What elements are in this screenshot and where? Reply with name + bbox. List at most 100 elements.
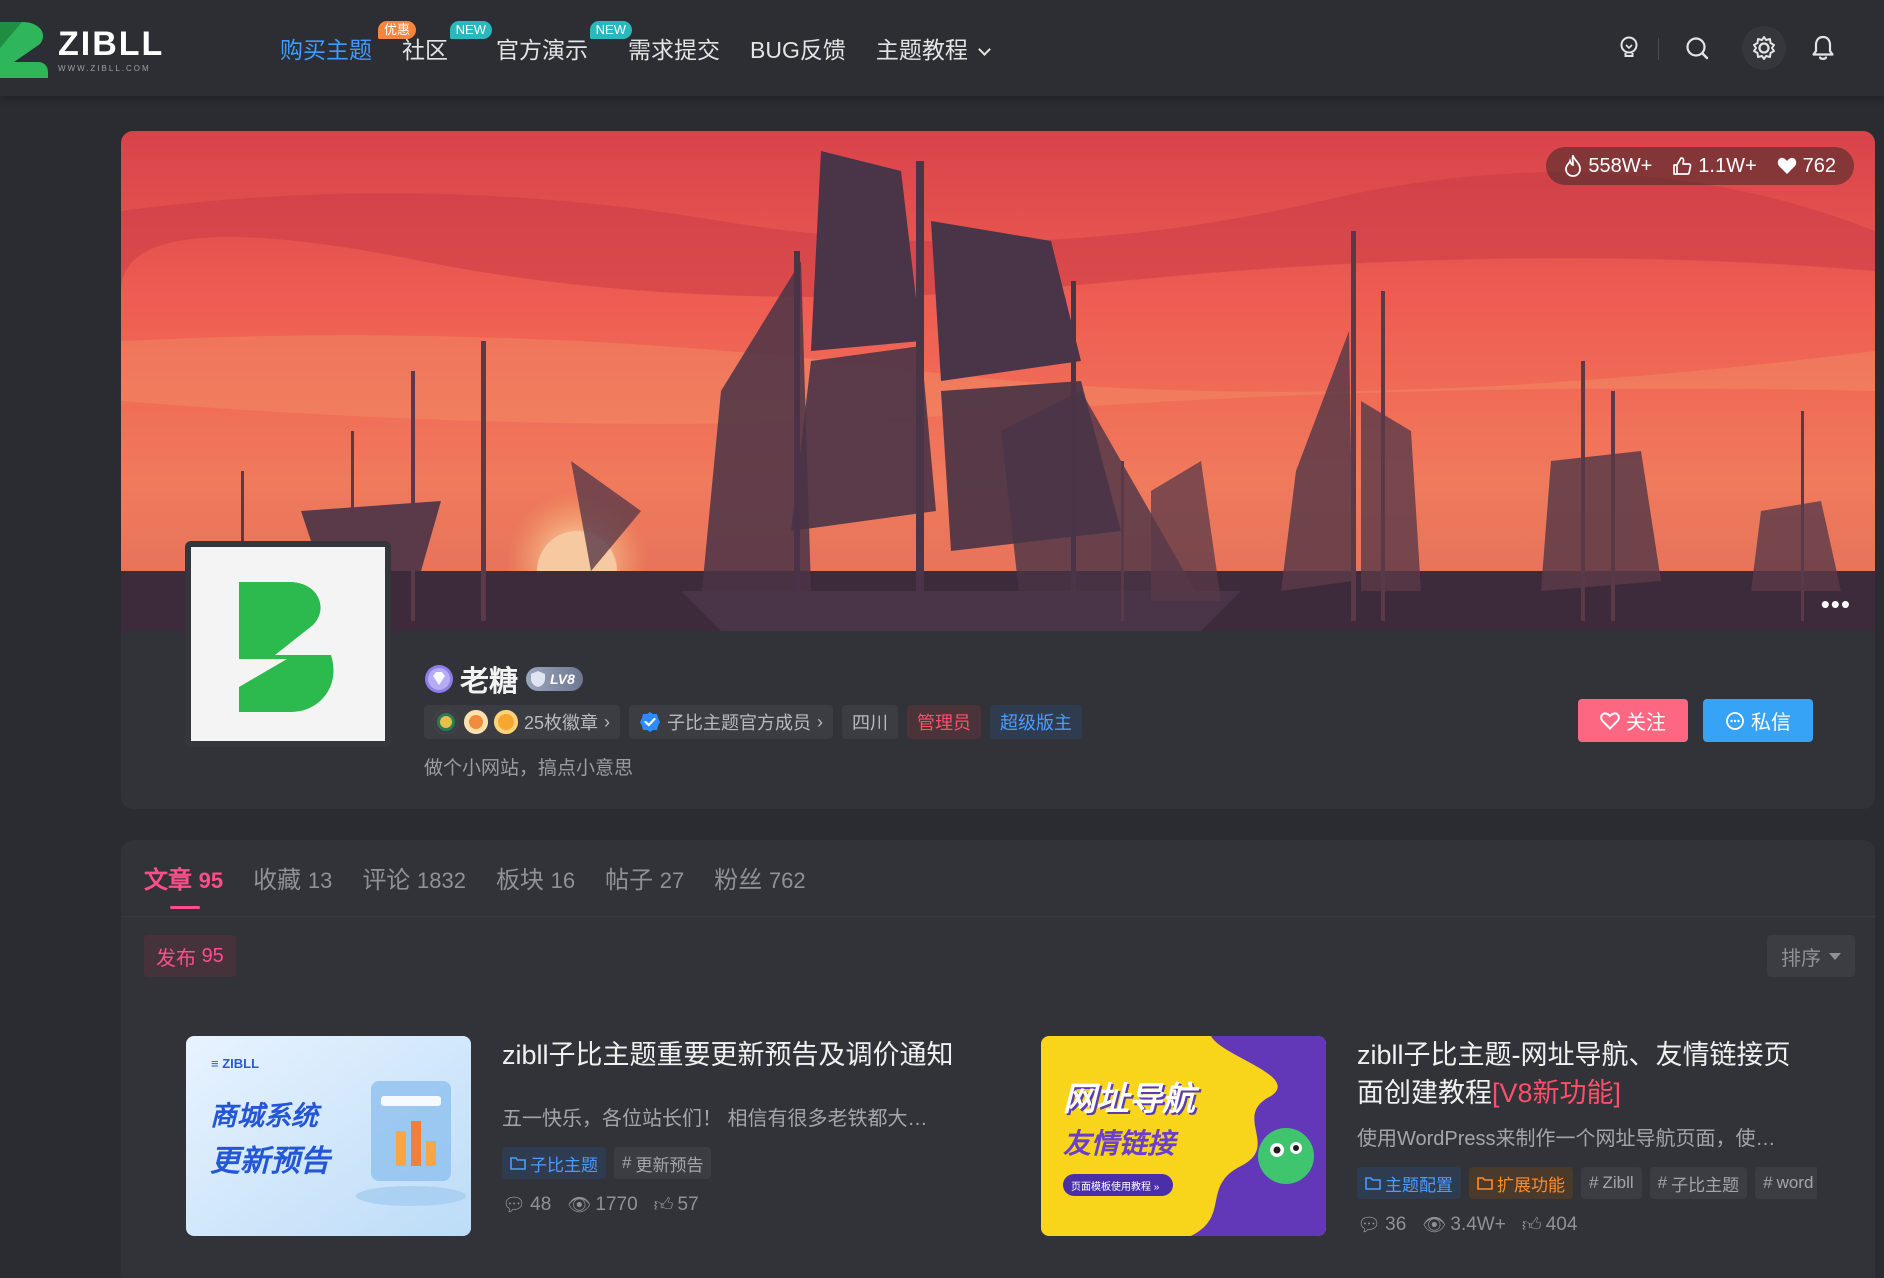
sort-dropdown[interactable]: 排序 bbox=[1767, 935, 1855, 977]
folder-icon bbox=[1365, 1177, 1381, 1190]
level-text: LV8 bbox=[550, 671, 575, 687]
diamond-vip-icon bbox=[425, 665, 453, 693]
post-tags: 主题配置 扩展功能 # Zibll # 子比主题 # word bbox=[1357, 1167, 1817, 1199]
user-bio: 做个小网站，搞点小意思 bbox=[424, 758, 634, 779]
chevron-right-icon: › bbox=[604, 711, 611, 732]
message-button[interactable]: 私信 bbox=[1703, 699, 1813, 742]
post-tags: 子比主题 # 更新预告 bbox=[502, 1147, 962, 1179]
hashtag-tag[interactable]: # Zibll bbox=[1581, 1167, 1642, 1199]
nav-label: 社区 bbox=[402, 37, 448, 63]
logo-url: WWW.ZIBLL.COM bbox=[58, 64, 151, 73]
tabs-divider bbox=[121, 916, 1875, 917]
nav-label: 官方演示 bbox=[496, 37, 588, 63]
nav-item-community[interactable]: 社区 NEW bbox=[402, 21, 492, 65]
profile-tabs: 文章 95 收藏 13 评论 1832 板块 16 帖子 27 粉丝 762 bbox=[144, 860, 806, 909]
heart-outline-icon bbox=[1600, 711, 1620, 730]
nav-badge-new: NEW bbox=[589, 21, 632, 39]
tab-forums[interactable]: 板块 16 bbox=[496, 860, 575, 909]
level-badge: LV8 bbox=[526, 667, 583, 691]
thumbs-up-icon: 👍︎ bbox=[653, 1194, 674, 1216]
profile-content: 文章 95 收藏 13 评论 1832 板块 16 帖子 27 粉丝 762 发… bbox=[121, 840, 1875, 1278]
publish-filter[interactable]: 发布 95 bbox=[144, 935, 236, 977]
caret-down-icon bbox=[1829, 952, 1841, 960]
post-meta: 💬︎ 48 👁︎ 1770 👍︎ 57 bbox=[502, 1193, 962, 1217]
nav-badge-new: NEW bbox=[449, 21, 492, 39]
tab-followers[interactable]: 粉丝 762 bbox=[714, 860, 805, 909]
post-card[interactable]: ≡ ZIBLL 商城系统 更新预告 zibll子比主题重要更新预告及调价通知 五… bbox=[186, 1036, 966, 1236]
post-excerpt: 使用WordPress来制作一个网址导航页面，使… bbox=[1357, 1128, 1776, 1150]
post-meta: 💬︎ 36 👁︎ 3.4W+ 👍︎ 404 bbox=[1357, 1213, 1817, 1237]
idea-icon[interactable] bbox=[1614, 33, 1644, 63]
views-stat: 558W+ bbox=[1564, 155, 1652, 178]
tab-favorites[interactable]: 收藏 13 bbox=[253, 860, 332, 909]
nav-label: 主题教程 bbox=[875, 37, 968, 63]
favorites-stat: 762 bbox=[1777, 155, 1836, 178]
thumb-text-1: 商城系统 bbox=[210, 1101, 318, 1131]
shield-icon bbox=[531, 671, 546, 687]
username[interactable]: 老糖 bbox=[460, 658, 518, 700]
tab-posts[interactable]: 帖子 27 bbox=[605, 860, 684, 909]
view-count: 👁︎ 3.4W+ bbox=[1422, 1214, 1506, 1236]
profile-stats: 558W+ 1.1W+ 762 bbox=[1546, 147, 1854, 185]
follow-label: 关注 bbox=[1626, 712, 1666, 734]
user-info: 老糖 LV8 25枚徽章 › 子比主题官方成员 › 四川 管理员 超级版主 做个… bbox=[424, 658, 1083, 780]
verified-tag[interactable]: 子比主题官方成员 › bbox=[629, 705, 834, 739]
nav-item-bug-report[interactable]: BUG反馈 bbox=[750, 31, 846, 65]
nav-label: 需求提交 bbox=[628, 37, 720, 63]
likes-count: 1.1W+ bbox=[1698, 154, 1757, 177]
nav-item-demo[interactable]: 官方演示 NEW bbox=[496, 21, 632, 65]
bell-icon[interactable] bbox=[1808, 33, 1838, 63]
thumb-text-1: 网址导航 bbox=[1063, 1080, 1195, 1117]
category-tag[interactable]: 主题配置 bbox=[1357, 1167, 1461, 1199]
heart-icon bbox=[1777, 157, 1796, 174]
comment-count: 💬︎ 48 bbox=[502, 1194, 552, 1216]
admin-role-tag: 管理员 bbox=[907, 705, 982, 739]
search-icon[interactable] bbox=[1682, 33, 1712, 63]
hashtag-tag[interactable]: # word bbox=[1755, 1167, 1817, 1199]
medal-icon bbox=[434, 710, 458, 734]
medals-count: 25枚徽章 bbox=[524, 713, 599, 733]
verified-check-icon bbox=[640, 712, 661, 732]
thumb-text-2: 更新预告 bbox=[210, 1145, 330, 1178]
main-nav: 购买主题 优惠 社区 NEW 官方演示 NEW 需求提交 BUG反馈 主题教程 bbox=[280, 21, 1019, 66]
message-label: 私信 bbox=[1751, 712, 1791, 734]
site-header: ZIBLL WWW.ZIBLL.COM 购买主题 优惠 社区 NEW 官方演示 … bbox=[0, 0, 1884, 96]
svg-text:≡ ZIBLL: ≡ ZIBLL bbox=[211, 1056, 259, 1071]
like-count: 👍︎ 57 bbox=[653, 1194, 699, 1216]
tab-articles[interactable]: 文章 95 bbox=[144, 860, 223, 909]
logo-wordmark: ZIBLL bbox=[58, 25, 165, 63]
more-options-icon[interactable]: ••• bbox=[1821, 591, 1851, 617]
nav-item-requests[interactable]: 需求提交 bbox=[628, 31, 720, 65]
header-actions bbox=[1564, 26, 1884, 70]
views-count: 558W+ bbox=[1588, 154, 1653, 177]
category-tag[interactable]: 子比主题 bbox=[502, 1147, 606, 1179]
post-title[interactable]: zibll子比主题-网址导航、友情链接页面创建教程[V8新功能] bbox=[1357, 1036, 1817, 1112]
medal-icon bbox=[494, 710, 518, 734]
post-thumbnail[interactable]: 网址导航 友情链接 页面模板使用教程 » bbox=[1041, 1036, 1326, 1236]
site-logo[interactable]: ZIBLL WWW.ZIBLL.COM bbox=[0, 20, 180, 80]
profile-card: 558W+ 1.1W+ 762 ••• 老糖 LV8 25枚徽章 › 子比主题官… bbox=[121, 131, 1875, 809]
category-tag[interactable]: 扩展功能 bbox=[1469, 1167, 1573, 1199]
thumb-text-2: 友情链接 bbox=[1063, 1128, 1176, 1159]
post-card[interactable]: 网址导航 友情链接 页面模板使用教程 » zibll子比主题-网址导航、友情链接… bbox=[1041, 1036, 1821, 1236]
header-divider bbox=[1658, 38, 1659, 60]
avatar[interactable] bbox=[185, 541, 391, 747]
favorites-count: 762 bbox=[1802, 154, 1836, 177]
hashtag-tag[interactable]: # 子比主题 bbox=[1649, 1167, 1748, 1199]
folder-icon bbox=[1477, 1177, 1493, 1190]
post-thumbnail[interactable]: ≡ ZIBLL 商城系统 更新预告 bbox=[186, 1036, 471, 1236]
nav-item-tutorials[interactable]: 主题教程 bbox=[875, 31, 992, 65]
theme-settings-button[interactable] bbox=[1742, 26, 1786, 70]
tab-comments[interactable]: 评论 1832 bbox=[362, 860, 466, 909]
thumbs-up-icon: 👍︎ bbox=[1521, 1214, 1542, 1236]
likes-stat: 1.1W+ bbox=[1672, 154, 1757, 178]
hashtag-tag[interactable]: # 更新预告 bbox=[614, 1147, 712, 1179]
post-title[interactable]: zibll子比主题重要更新预告及调价通知 bbox=[502, 1036, 962, 1074]
nav-item-buy-theme[interactable]: 购买主题 优惠 bbox=[280, 21, 416, 65]
fire-icon bbox=[1565, 155, 1582, 177]
medals-tag[interactable]: 25枚徽章 › bbox=[424, 705, 621, 739]
folder-icon bbox=[510, 1157, 526, 1170]
chevron-right-icon: › bbox=[817, 711, 824, 732]
view-count: 👁︎ 1770 bbox=[567, 1194, 638, 1216]
follow-button[interactable]: 关注 bbox=[1578, 699, 1688, 742]
